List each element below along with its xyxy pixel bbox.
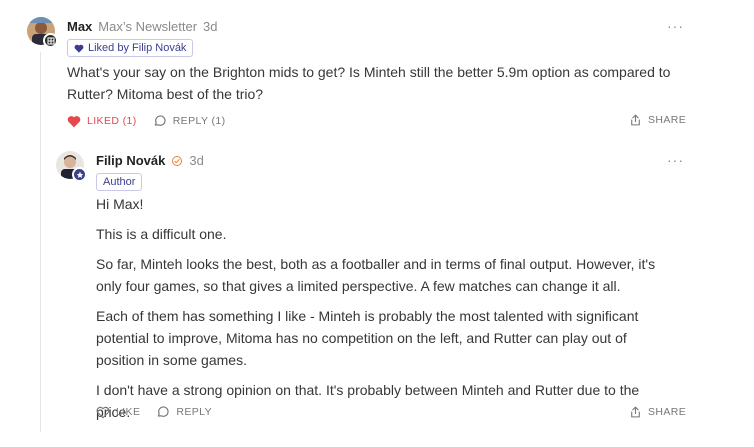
reply-paragraph: Hi Max! (96, 196, 144, 212)
reply-body: Hi Max! This is a difficult one. So far,… (96, 193, 666, 431)
liked-by-label: Liked by Filip Novák (88, 42, 187, 54)
comment-time[interactable]: 3d (203, 19, 217, 34)
comment-bubble-icon (158, 406, 169, 417)
liked-by-badge: Liked by Filip Novák (67, 39, 194, 57)
author-role-badge: Author (96, 173, 143, 191)
share-button[interactable]: SHARE (629, 113, 686, 127)
thread-line (40, 52, 41, 432)
reply-share-label: SHARE (648, 406, 687, 418)
reply-share-button[interactable]: SHARE (629, 405, 686, 419)
reply-reply-label: REPLY (176, 406, 213, 418)
comment-more-options-icon[interactable]: ··· (667, 19, 684, 33)
verified-icon (172, 155, 183, 166)
heart-icon (74, 44, 84, 53)
reply-avatar[interactable] (56, 151, 87, 182)
reply-actions: LIKE REPLY (96, 405, 228, 419)
reply-time[interactable]: 3d (189, 153, 203, 168)
comment-bubble-icon (154, 115, 166, 126)
comment-meta: Max Max’s Newsletter 3d (67, 19, 218, 34)
comment-actions: LIKED (1) REPLY (1) (67, 114, 242, 128)
like-label: LIKED (1) (87, 115, 137, 127)
reply-author[interactable]: Filip Novák (96, 153, 165, 168)
heart-outline-icon (96, 406, 110, 418)
comment-text: What's your say on the Brighton mids to … (67, 64, 671, 102)
reply-label: REPLY (1) (172, 115, 226, 127)
author-role-label: Author (103, 176, 136, 188)
reply-more-options-icon[interactable]: ··· (667, 153, 684, 167)
comment-author[interactable]: Max (67, 19, 92, 34)
author-badge-icon (72, 167, 87, 182)
reply-like-button[interactable]: LIKE (96, 406, 140, 419)
avatar[interactable] (27, 17, 58, 48)
heart-filled-icon (67, 115, 81, 127)
reply-paragraph: Each of them has something I like - Mint… (96, 308, 639, 368)
share-label: SHARE (648, 114, 687, 126)
reply-paragraph: So far, Minteh looks the best, both as a… (96, 256, 656, 294)
reply-paragraph: This is a difficult one. (96, 226, 227, 242)
reply-reply-button[interactable]: REPLY (156, 405, 212, 419)
reply-meta: Filip Novák 3d (96, 153, 204, 168)
share-icon (631, 114, 640, 126)
publication-badge-icon (43, 33, 58, 48)
comment-publication[interactable]: Max’s Newsletter (98, 19, 197, 34)
share-icon (631, 406, 640, 418)
like-button[interactable]: LIKED (1) (67, 115, 137, 128)
reply-button[interactable]: REPLY (1) (153, 114, 226, 128)
comment-body: What's your say on the Brighton mids to … (67, 61, 707, 113)
reply-like-label: LIKE (116, 406, 141, 418)
